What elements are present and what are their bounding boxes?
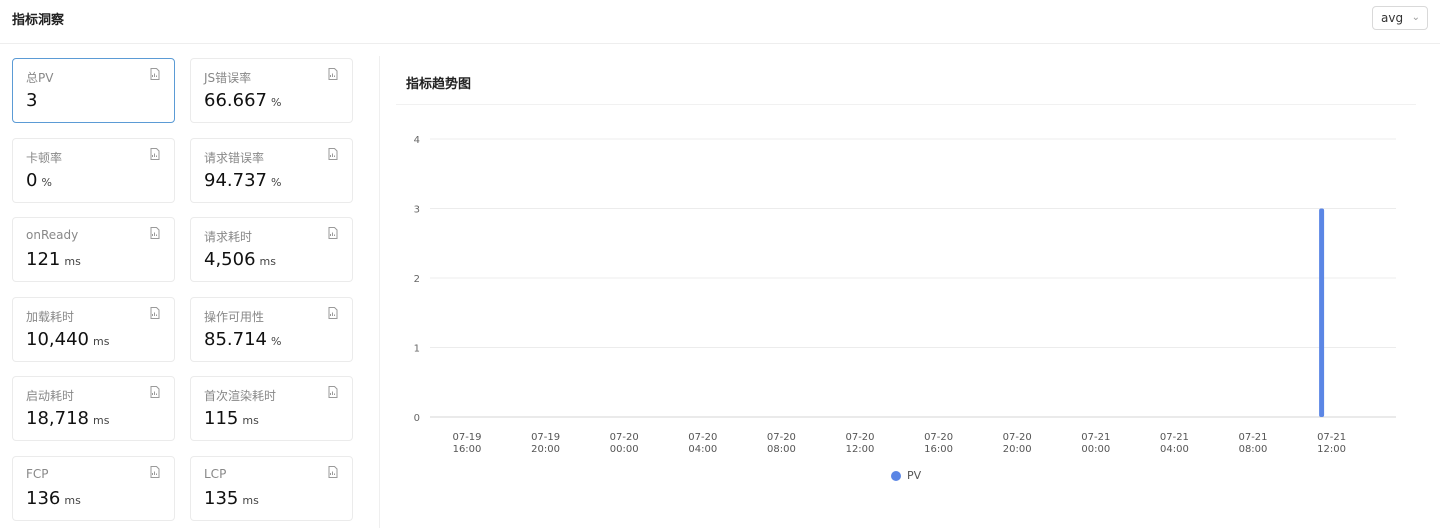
x-tick-label-time: 20:00 (531, 444, 560, 455)
y-tick-label: 2 (414, 274, 420, 285)
x-tick-label-time: 04:00 (1160, 444, 1189, 455)
x-tick-label-time: 20:00 (1003, 444, 1032, 455)
x-tick-label-time: 12:00 (1317, 444, 1346, 455)
x-tick-label-date: 07-21 (1160, 432, 1189, 443)
x-tick-label-time: 04:00 (688, 444, 717, 455)
bar-pv (1319, 208, 1325, 417)
x-tick-label-date: 07-20 (767, 432, 796, 443)
x-tick-label-date: 07-20 (688, 432, 717, 443)
y-tick-label: 0 (414, 413, 420, 424)
y-tick-label: 4 (414, 135, 420, 146)
x-tick-label-time: 08:00 (767, 444, 796, 455)
x-tick-label-date: 07-19 (452, 432, 481, 443)
x-tick-label-time: 00:00 (610, 444, 639, 455)
x-tick-label-date: 07-19 (531, 432, 560, 443)
x-tick-label-time: 16:00 (924, 444, 953, 455)
legend-marker-pv (891, 471, 901, 481)
x-tick-label-date: 07-20 (845, 432, 874, 443)
x-tick-label-date: 07-20 (610, 432, 639, 443)
x-tick-label-date: 07-20 (1003, 432, 1032, 443)
y-tick-label: 1 (414, 344, 420, 355)
x-tick-label-time: 12:00 (846, 444, 875, 455)
x-tick-label-time: 08:00 (1239, 444, 1268, 455)
trend-chart: 0123407-1916:0007-1920:0007-2000:0007-20… (414, 135, 1396, 455)
x-tick-label-time: 16:00 (453, 444, 482, 455)
x-tick-label-date: 07-21 (1081, 432, 1110, 443)
y-tick-label: 3 (414, 205, 420, 216)
x-tick-label-time: 00:00 (1081, 444, 1110, 455)
x-tick-label-date: 07-21 (1238, 432, 1267, 443)
legend-label-pv: PV (907, 469, 922, 482)
x-tick-label-date: 07-20 (924, 432, 953, 443)
x-tick-label-date: 07-21 (1317, 432, 1346, 443)
